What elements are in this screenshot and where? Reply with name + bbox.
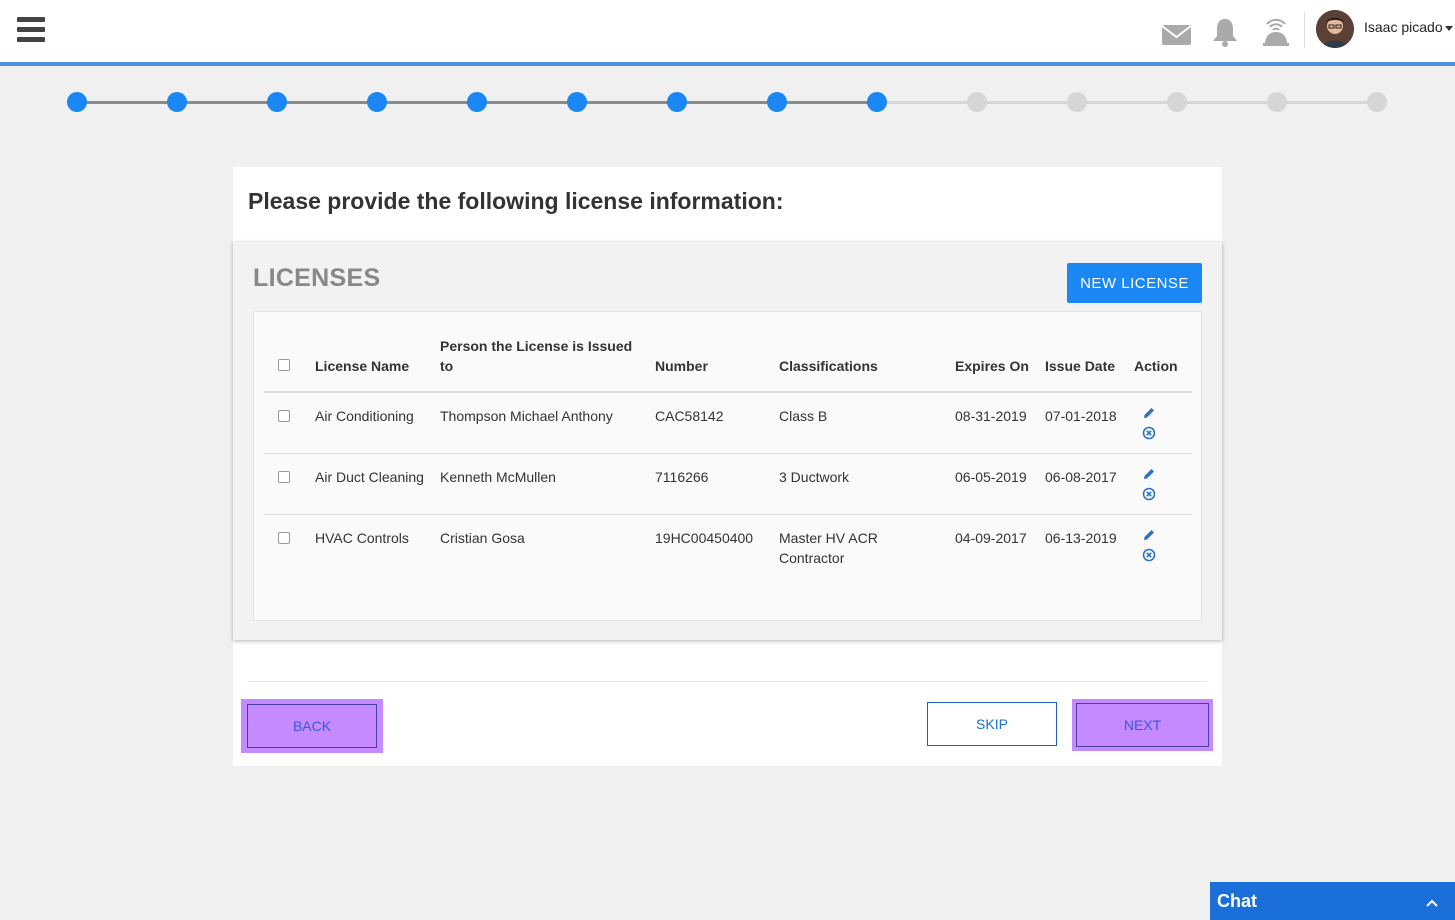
step-connector [1177,101,1277,104]
classifications-cell: 3 Ductwork [775,453,951,515]
issue-cell: 06-08-2017 [1041,453,1130,515]
step-connector [877,101,977,104]
step-dot[interactable] [567,92,587,112]
licenses-table-container: License Name Person the License is Issue… [253,311,1202,621]
step-dot[interactable] [1167,92,1187,112]
step-connector [1277,101,1377,104]
step-connector [677,101,777,104]
step-dot[interactable] [267,92,287,112]
step-connector [177,101,277,104]
top-bar: Isaac picado [0,0,1455,66]
chat-label: Chat [1217,891,1257,911]
step-dot[interactable] [1267,92,1287,112]
skip-button[interactable]: SKIP [927,702,1057,746]
menu-icon[interactable] [17,17,45,45]
edit-pencil-icon[interactable] [1142,467,1156,481]
step-dot[interactable] [1067,92,1087,112]
expires-cell: 08-31-2019 [951,392,1041,454]
progress-stepper [67,92,1387,112]
step-dot[interactable] [467,92,487,112]
new-license-button[interactable]: NEW LICENSE [1067,263,1202,303]
step-connector [277,101,377,104]
chevron-down-icon [1444,25,1453,31]
column-classifications[interactable]: Classifications [775,332,951,393]
license-name-cell: HVAC Controls [315,530,409,546]
step-dot[interactable] [167,92,187,112]
licenses-panel: LICENSES NEW LICENSE License Name Person… [233,242,1222,640]
next-button[interactable]: NEXT [1072,699,1213,751]
user-menu[interactable]: Isaac picado [1364,19,1453,35]
step-dot[interactable] [867,92,887,112]
table-header-row: License Name Person the License is Issue… [264,332,1192,393]
table-row: HVAC Controls Cristian Gosa 19HC00450400… [264,515,1192,582]
footer-divider [248,681,1207,682]
delete-circle-icon[interactable] [1142,548,1156,562]
licenses-table: License Name Person the License is Issue… [264,332,1192,581]
issue-cell: 07-01-2018 [1041,392,1130,454]
step-dot[interactable] [767,92,787,112]
row-checkbox[interactable] [278,471,290,483]
classifications-cell: Master HV ACR Contractor [779,530,878,566]
step-connector [377,101,477,104]
person-cell: Cristian Gosa [440,530,525,546]
row-checkbox[interactable] [278,410,290,422]
bell-icon[interactable] [1209,14,1241,48]
license-name-cell: Air Conditioning [311,392,436,454]
step-dot[interactable] [367,92,387,112]
license-name-cell: Air Duct Cleaning [311,453,436,515]
step-connector [1077,101,1177,104]
action-cell [1130,392,1192,454]
signal-icon[interactable] [1260,14,1292,48]
license-form-card: Please provide the following license inf… [233,167,1222,766]
expires-cell: 04-09-2017 [955,530,1027,546]
next-button-label: NEXT [1076,703,1209,747]
column-number[interactable]: Number [651,332,775,393]
user-name: Isaac picado [1364,19,1443,35]
step-connector [477,101,577,104]
avatar[interactable] [1316,10,1354,48]
column-license-name[interactable]: License Name [311,332,436,393]
number-cell: 19HC00450400 [655,530,754,546]
person-cell: Kenneth McMullen [436,453,651,515]
classifications-cell: Class B [775,392,951,454]
mail-icon[interactable] [1161,14,1193,48]
select-all-checkbox[interactable] [278,359,290,371]
table-row: Air Conditioning Thompson Michael Anthon… [264,392,1192,454]
number-cell: 7116266 [651,453,775,515]
edit-pencil-icon[interactable] [1142,528,1156,542]
row-checkbox[interactable] [278,532,290,544]
step-connector [77,101,177,104]
licenses-title: LICENSES [253,264,381,292]
column-action: Action [1130,332,1192,393]
step-connector [977,101,1077,104]
chat-widget[interactable]: Chat [1210,882,1455,920]
person-cell: Thompson Michael Anthony [436,392,651,454]
header-divider [1304,12,1305,48]
page-title: Please provide the following license inf… [248,188,784,214]
chevron-up-icon[interactable] [1426,899,1438,907]
step-dot[interactable] [67,92,87,112]
step-dot[interactable] [967,92,987,112]
back-button-label: BACK [247,704,377,748]
table-row: Air Duct Cleaning Kenneth McMullen 71162… [264,453,1192,515]
expires-cell: 06-05-2019 [951,453,1041,515]
edit-pencil-icon[interactable] [1142,406,1156,420]
step-connector [577,101,677,104]
column-expires-on[interactable]: Expires On [951,332,1041,393]
action-cell [1130,453,1192,515]
column-person[interactable]: Person the License is Issued to [436,332,651,393]
column-issue-date[interactable]: Issue Date [1041,332,1130,393]
step-dot[interactable] [1367,92,1387,112]
step-connector [777,101,877,104]
step-dot[interactable] [667,92,687,112]
delete-circle-icon[interactable] [1142,487,1156,501]
number-cell: CAC58142 [651,392,775,454]
back-button[interactable]: BACK [241,699,383,753]
delete-circle-icon[interactable] [1142,426,1156,440]
issue-cell: 06-13-2019 [1045,530,1117,546]
action-cell [1130,515,1192,582]
